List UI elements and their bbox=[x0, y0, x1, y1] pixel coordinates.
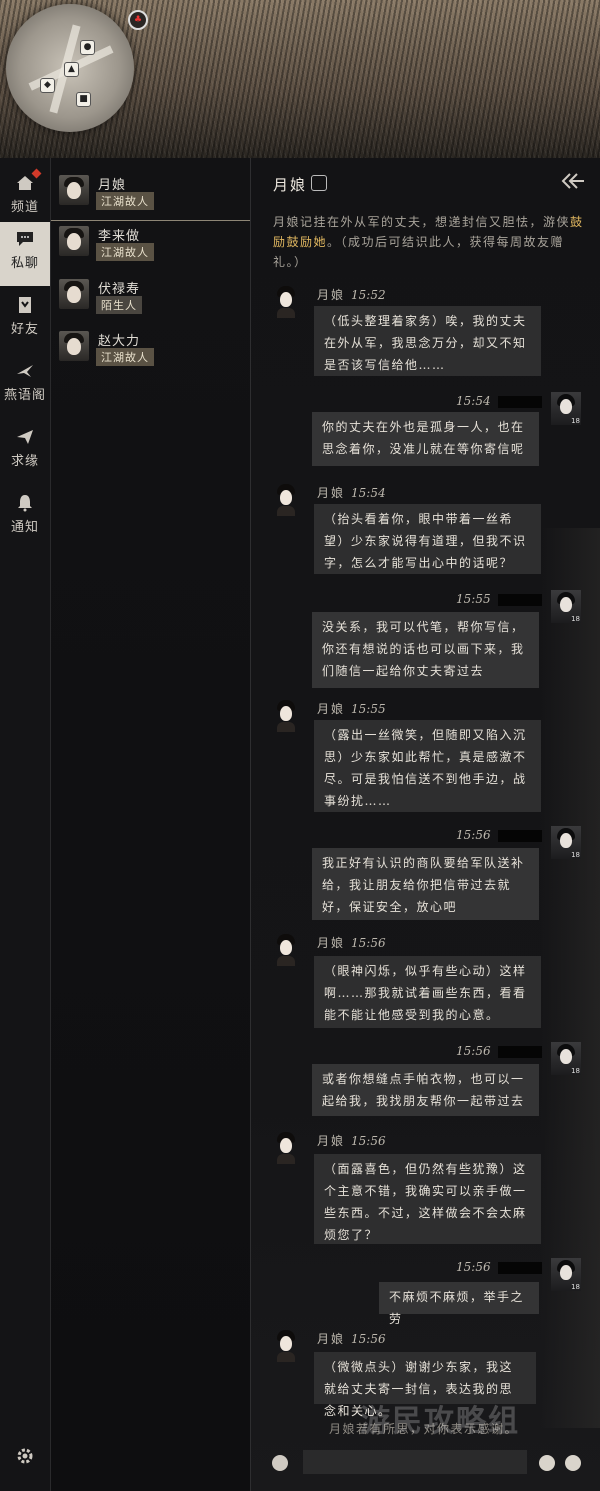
my-avatar: 18 bbox=[551, 826, 581, 859]
contact-name: 月娘 bbox=[98, 178, 127, 193]
game-scene-backdrop: ▲ ◆ ● ■ ♣ bbox=[0, 0, 600, 158]
avatar bbox=[59, 331, 89, 361]
relation-badge: 江湖故人 bbox=[96, 243, 154, 261]
minimap[interactable]: ▲ ◆ ● ■ bbox=[6, 4, 134, 132]
my-message-bubble: 没关系，我可以代笔，帮你写信，你还有想说的话也可以画下来，我们随信一起给你丈夫寄… bbox=[312, 612, 539, 688]
redacted-name bbox=[498, 830, 542, 842]
my-avatar: 18 bbox=[551, 1258, 581, 1291]
refresh-icon[interactable] bbox=[311, 175, 327, 191]
message-sender: 月娘 15:56 bbox=[317, 936, 386, 950]
my-message-bubble: 或者你想缝点手帕衣物，也可以一起给我，我找朋友帮你一起带过去 bbox=[312, 1064, 539, 1116]
rail-label: 好友 bbox=[10, 322, 39, 337]
npc-avatar bbox=[273, 1132, 299, 1164]
rail-label: 燕语阁 bbox=[3, 388, 46, 403]
npc-avatar bbox=[273, 934, 299, 966]
watermark: 游民攻略组 bbox=[360, 1404, 520, 1439]
message-time: 15:56 bbox=[456, 828, 491, 842]
npc-avatar bbox=[273, 1330, 299, 1362]
rail-item-notifications[interactable]: 通知 bbox=[0, 486, 50, 550]
avatar bbox=[59, 279, 89, 309]
redacted-name bbox=[498, 1046, 542, 1058]
contact-item-zhaodali[interactable]: 赵大力 江湖故人 bbox=[51, 327, 250, 377]
rail-label: 私聊 bbox=[10, 256, 39, 271]
npc-message-bubble: （露出一丝微笑，但随即又陷入沉思）少东家如此帮忙，真是感激不尽。可是我怕信送不到… bbox=[314, 720, 541, 812]
message-sender: 月娘 15:52 bbox=[317, 288, 386, 302]
relation-badge: 江湖故人 bbox=[96, 348, 154, 366]
paper-plane-icon bbox=[17, 430, 33, 444]
my-message-bubble: 我正好有认识的商队要给军队送补给，我让朋友给你把信带过去就好，保证安全，放心吧 bbox=[312, 848, 539, 920]
rail-item-private-chat[interactable]: 私聊 bbox=[0, 222, 50, 286]
my-avatar: 18 bbox=[551, 1042, 581, 1075]
house-icon bbox=[17, 176, 33, 190]
message-sender: 月娘 15:54 bbox=[317, 486, 386, 500]
avatar bbox=[59, 226, 89, 256]
relation-badge: 陌生人 bbox=[96, 296, 142, 314]
collapse-arrow-icon[interactable] bbox=[558, 170, 584, 192]
emoji-icon[interactable] bbox=[539, 1455, 555, 1471]
contact-name: 李来做 bbox=[98, 229, 141, 244]
message-sender: 月娘 15:56 bbox=[317, 1332, 386, 1346]
chat-panel: 月娘 月娘记挂在外从军的丈夫，想递封信又胆怯，游侠鼓励鼓励她。（成功后可结识此人… bbox=[251, 158, 600, 1491]
map-poi-icon: ● bbox=[80, 40, 95, 55]
gear-icon[interactable] bbox=[16, 1447, 34, 1465]
npc-avatar bbox=[273, 286, 299, 318]
rail-item-friends[interactable]: 好友 bbox=[0, 288, 50, 352]
chat-title: 月娘 bbox=[273, 176, 308, 194]
contact-list: 月娘 江湖故人 李来做 江湖故人 伏禄寿 陌生人 赵大力 江湖故人 bbox=[51, 158, 251, 1491]
swallow-icon bbox=[17, 365, 33, 377]
bell-icon bbox=[18, 495, 32, 512]
npc-message-bubble: （抬头看着你，眼中带着一丝希望）少东家说得有道理，但我不识字，怎么才能写出心中的… bbox=[314, 504, 541, 574]
quest-description: 月娘记挂在外从军的丈夫，想递封信又胆怯，游侠鼓励鼓励她。（成功后可结识此人，获得… bbox=[273, 212, 585, 272]
my-message-bubble: 不麻烦不麻烦，举手之劳 bbox=[379, 1282, 539, 1326]
message-input[interactable] bbox=[303, 1450, 527, 1474]
redacted-name bbox=[498, 1262, 542, 1274]
my-message-bubble: 你的丈夫在外也是孤身一人，也在思念着你，没准儿就在等你寄信呢 bbox=[312, 412, 539, 466]
friend-card-icon bbox=[19, 297, 31, 313]
map-poi-icon: ◆ bbox=[40, 78, 55, 93]
my-avatar: 18 bbox=[551, 392, 581, 425]
map-pin-icon[interactable]: ♣ bbox=[128, 10, 148, 30]
map-poi-icon: ■ bbox=[76, 92, 91, 107]
left-nav-rail: 频道 私聊 好友 燕语阁 求缘 通知 bbox=[0, 158, 51, 1491]
rail-label: 求缘 bbox=[10, 454, 39, 469]
message-sender: 月娘 15:55 bbox=[317, 702, 386, 716]
npc-avatar bbox=[273, 484, 299, 516]
npc-message-bubble: （面露喜色，但仍然有些犹豫）这个主意不错，我确实可以亲手做一些东西。不过，这样做… bbox=[314, 1154, 541, 1244]
player-marker-icon: ▲ bbox=[64, 62, 79, 77]
contact-item-yueniang[interactable]: 月娘 江湖故人 bbox=[51, 170, 250, 221]
rail-item-seek-fate[interactable]: 求缘 bbox=[0, 420, 50, 484]
contact-item-lilaizuo[interactable]: 李来做 江湖故人 bbox=[51, 222, 250, 272]
message-sender: 月娘 15:56 bbox=[317, 1134, 386, 1148]
chat-bubble-icon bbox=[17, 232, 33, 246]
avatar bbox=[59, 175, 89, 205]
rail-label: 通知 bbox=[10, 520, 39, 535]
npc-message-bubble: （低头整理着家务）唉，我的丈夫在外从军，我思念万分，却又不知是否该写信给他…… bbox=[314, 306, 541, 376]
contact-name: 赵大力 bbox=[98, 334, 141, 349]
rail-item-yanyuge[interactable]: 燕语阁 bbox=[0, 354, 50, 418]
message-time: 15:56 bbox=[456, 1044, 491, 1058]
plus-icon[interactable] bbox=[565, 1455, 581, 1471]
message-time: 15:56 bbox=[456, 1260, 491, 1274]
npc-avatar bbox=[273, 700, 299, 732]
npc-message-bubble: （眼神闪烁，似乎有些心动）这样啊……那我就试着画些东西，看看能不能让他感受到我的… bbox=[314, 956, 541, 1028]
quest-text: 月娘记挂在外从军的丈夫，想递封信又胆怯，游侠 bbox=[273, 215, 571, 229]
rail-item-channel[interactable]: 频道 bbox=[0, 166, 50, 230]
message-time: 15:54 bbox=[456, 394, 491, 408]
relation-badge: 江湖故人 bbox=[96, 192, 154, 210]
redacted-name bbox=[498, 594, 542, 606]
background-character bbox=[540, 528, 600, 1428]
contact-name: 伏禄寿 bbox=[98, 282, 141, 297]
rail-label: 频道 bbox=[10, 200, 39, 215]
contact-item-fulushou[interactable]: 伏禄寿 陌生人 bbox=[51, 275, 250, 325]
redacted-name bbox=[498, 396, 542, 408]
voice-icon[interactable] bbox=[272, 1455, 288, 1471]
my-avatar: 18 bbox=[551, 590, 581, 623]
chat-input-bar bbox=[251, 1441, 600, 1491]
message-time: 15:55 bbox=[456, 592, 491, 606]
